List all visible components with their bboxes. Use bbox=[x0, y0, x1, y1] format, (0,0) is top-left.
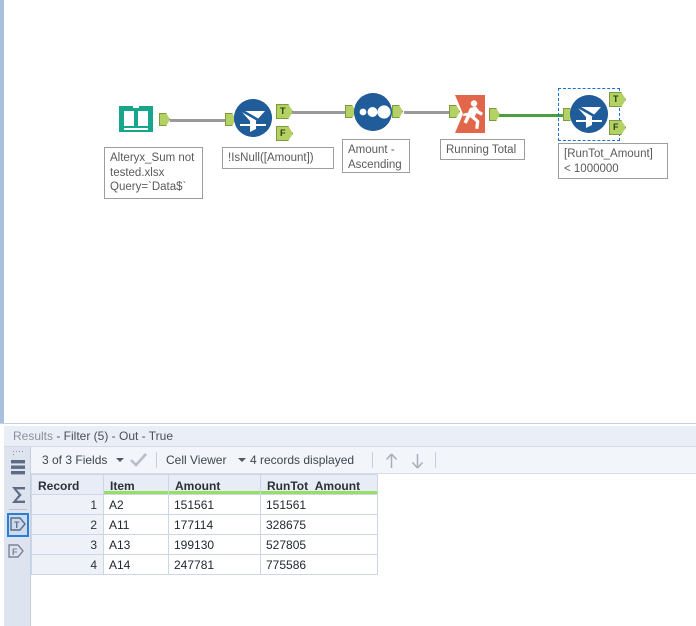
results-toolbar: 3 of 3 Fields Cell Viewer 4 records disp… bbox=[31, 447, 696, 474]
cell-item[interactable]: A13 bbox=[103, 534, 169, 555]
cell-amount[interactable]: 151561 bbox=[168, 494, 261, 515]
record-list-icon[interactable] bbox=[7, 456, 29, 480]
table-row: 4 A14 247781 775586 bbox=[31, 554, 378, 575]
annotation-running-total: Running Total bbox=[440, 139, 525, 160]
cell-record[interactable]: 1 bbox=[31, 494, 104, 515]
table-row: 2 A11 177114 328675 bbox=[31, 514, 378, 535]
toolbar-divider-3 bbox=[435, 452, 436, 468]
fields-chevron-down-icon[interactable] bbox=[116, 458, 124, 462]
results-title-rest: - Filter (5) - Out - True bbox=[53, 429, 174, 443]
results-data-grid[interactable]: Record Item Amount RunTot_Amount 1 A2 15… bbox=[31, 474, 696, 626]
table-body: 1 A2 151561 151561 2 A11 177114 328675 3… bbox=[31, 494, 378, 575]
sigma-icon[interactable] bbox=[7, 483, 29, 507]
fields-selector-label[interactable]: 3 of 3 Fields bbox=[42, 447, 107, 473]
records-displayed-label: 4 records displayed bbox=[250, 453, 355, 467]
cell-runtot-amount[interactable]: 151561 bbox=[260, 494, 378, 515]
cell-runtot-amount[interactable]: 775586 bbox=[260, 554, 378, 575]
cell-amount[interactable]: 199130 bbox=[168, 534, 261, 555]
results-title-bar[interactable]: Results - Filter (5) - Out - True bbox=[4, 426, 696, 447]
results-panel: Results - Filter (5) - Out - True T F 3 … bbox=[0, 423, 696, 626]
anchor-output-runningtotal[interactable] bbox=[489, 108, 500, 121]
connection-sort-to-runningtotal[interactable] bbox=[404, 111, 452, 114]
funnel-icon bbox=[570, 95, 608, 133]
open-book-icon bbox=[117, 102, 155, 136]
connection-input-to-filter1[interactable] bbox=[170, 119, 228, 122]
anchor-false-filter2[interactable]: F bbox=[609, 120, 626, 135]
cell-runtot-amount[interactable]: 328675 bbox=[260, 514, 378, 535]
rail-divider bbox=[9, 509, 27, 510]
grip-handle-icon[interactable] bbox=[12, 450, 26, 455]
table-row: 1 A2 151561 151561 bbox=[31, 494, 378, 515]
annotation-filter-1: !IsNull([Amount]) bbox=[222, 147, 334, 169]
anchor-output-input-data[interactable] bbox=[159, 113, 170, 126]
connection-runningtotal-to-filter2[interactable] bbox=[492, 114, 568, 117]
checkmark-icon[interactable] bbox=[130, 453, 147, 471]
three-dots-icon bbox=[354, 93, 392, 131]
results-table: Record Item Amount RunTot_Amount 1 A2 15… bbox=[31, 474, 378, 575]
true-anchor-icon[interactable]: T bbox=[7, 513, 29, 537]
anchor-true-filter2[interactable]: T bbox=[609, 92, 626, 107]
results-left-rail: T F bbox=[4, 447, 31, 626]
toolbar-divider-1 bbox=[156, 452, 157, 468]
cell-record[interactable]: 2 bbox=[31, 514, 104, 535]
column-header-record[interactable]: Record bbox=[31, 474, 104, 495]
results-top-divider bbox=[0, 423, 696, 424]
tool-input-data[interactable] bbox=[117, 102, 155, 136]
cell-amount[interactable]: 247781 bbox=[168, 554, 261, 575]
table-row: 3 A13 199130 527805 bbox=[31, 534, 378, 555]
cell-record[interactable]: 4 bbox=[31, 554, 104, 575]
anchor-output-sort[interactable] bbox=[392, 105, 403, 118]
arrow-up-icon[interactable] bbox=[383, 452, 400, 473]
arrow-down-icon[interactable] bbox=[409, 452, 426, 473]
cell-item[interactable]: A2 bbox=[103, 494, 169, 515]
column-header-item[interactable]: Item bbox=[103, 474, 169, 495]
annotation-sort: Amount - Ascending bbox=[342, 139, 410, 173]
anchor-true-filter1[interactable]: T bbox=[276, 104, 293, 119]
column-header-runtot-amount[interactable]: RunTot_Amount bbox=[260, 474, 378, 495]
tool-filter-2[interactable] bbox=[570, 95, 608, 133]
results-title-prefix: Results bbox=[13, 429, 54, 443]
cell-viewer-label[interactable]: Cell Viewer bbox=[166, 447, 226, 473]
cell-amount[interactable]: 177114 bbox=[168, 514, 261, 535]
toolbar-divider-2 bbox=[372, 452, 373, 468]
column-header-amount[interactable]: Amount bbox=[168, 474, 261, 495]
viewer-chevron-down-icon[interactable] bbox=[238, 458, 246, 462]
canvas-left-border bbox=[0, 0, 4, 423]
cell-item[interactable]: A14 bbox=[103, 554, 169, 575]
funnel-icon bbox=[234, 99, 272, 137]
connection-filter1-to-sort[interactable] bbox=[288, 111, 352, 114]
anchor-false-filter1[interactable]: F bbox=[276, 126, 293, 141]
workflow-canvas[interactable]: Alteryx_Sum not tested.xlsx Query=`Data$… bbox=[0, 0, 696, 423]
annotation-filter-2: [RunTot_Amount] < 1000000 bbox=[558, 143, 668, 179]
cell-record[interactable]: 3 bbox=[31, 534, 104, 555]
cell-item[interactable]: A11 bbox=[103, 514, 169, 535]
false-anchor-icon[interactable]: F bbox=[7, 542, 29, 566]
svg-text:T: T bbox=[14, 520, 20, 530]
annotation-input-data: Alteryx_Sum not tested.xlsx Query=`Data$… bbox=[104, 147, 203, 199]
tool-sort[interactable] bbox=[354, 93, 392, 131]
tool-filter-1[interactable] bbox=[234, 99, 272, 137]
table-header-row: Record Item Amount RunTot_Amount bbox=[31, 474, 378, 495]
svg-text:F: F bbox=[12, 547, 18, 557]
cell-runtot-amount[interactable]: 527805 bbox=[260, 534, 378, 555]
